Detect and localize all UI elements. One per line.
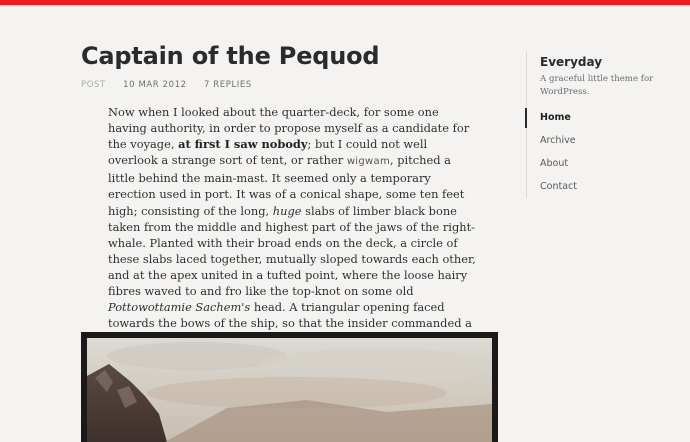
post-title[interactable]: Captain of the Pequod	[81, 42, 380, 70]
site-description: A graceful little theme for WordPress.	[540, 74, 654, 97]
nav-item-contact[interactable]: Contact	[526, 179, 686, 202]
sidebar-nav: Home Archive About Contact	[525, 108, 686, 202]
post-image	[87, 338, 492, 442]
post-paragraph: Now when I looked about the quarter-deck…	[108, 104, 480, 347]
bold-text: at first I saw nobody	[178, 137, 308, 152]
nav-item-about[interactable]: About	[526, 156, 686, 179]
post-replies-link[interactable]: 7 REPLIES	[204, 80, 252, 90]
accent-top-bar	[0, 0, 690, 5]
nav-item-archive[interactable]: Archive	[526, 133, 686, 156]
post-meta: POST 10 MAR 2012 7 REPLIES	[81, 80, 252, 90]
post-image-frame	[81, 332, 498, 442]
site-title[interactable]: Everyday	[540, 55, 602, 69]
post-date-link[interactable]: 10 MAR 2012	[123, 80, 187, 90]
post-type-label: POST	[81, 80, 106, 90]
nav-item-home[interactable]: Home	[525, 108, 686, 133]
post-content: Now when I looked about the quarter-deck…	[108, 104, 480, 347]
italic-text: Pottowottamie Sachem's	[108, 300, 251, 315]
italic-text: huge	[272, 203, 302, 218]
abbreviation: wigwam	[346, 156, 390, 168]
landscape-image	[87, 338, 492, 442]
